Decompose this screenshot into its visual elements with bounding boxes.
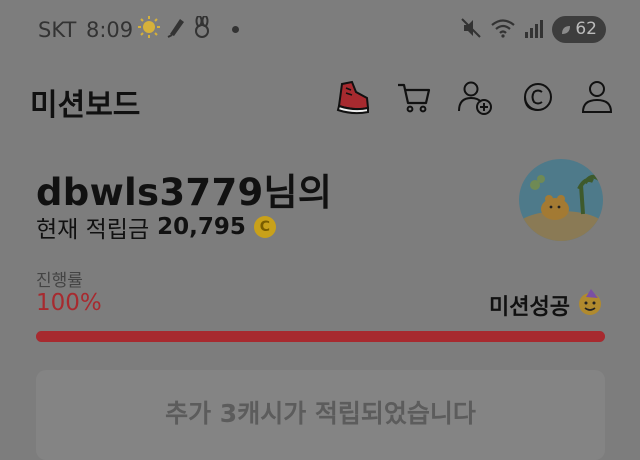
dot-icon (232, 26, 239, 33)
coin-icon[interactable] (517, 78, 555, 116)
cash-coin-icon: C (253, 216, 276, 238)
mute-icon (460, 17, 482, 43)
current-cash: 현재 적립금 20,795 C (36, 210, 276, 244)
progress-bar-fill (36, 331, 605, 342)
reward-notice: 추가 3캐시가 적립되었습니다 (36, 370, 605, 460)
notification-icons (138, 15, 212, 42)
user-greeting: dbwls3779님의 (36, 171, 333, 214)
sneaker-icon[interactable] (334, 78, 372, 116)
battery-level: 62 (575, 19, 597, 39)
page-title: 미션보드 (30, 88, 141, 123)
profile-icon[interactable] (578, 78, 616, 116)
party-face-icon (576, 288, 604, 322)
cash-amount: 20,795 (157, 214, 246, 240)
sun-icon (138, 16, 160, 42)
mission-status: 미션성공 (489, 288, 604, 322)
rabbit-icon (192, 15, 212, 42)
wifi-icon (490, 17, 516, 43)
clock: 8:09 (86, 18, 134, 42)
add-user-icon[interactable] (456, 78, 494, 116)
status-bar: SKT 8:09 62 (0, 0, 640, 60)
avatar[interactable] (519, 159, 603, 241)
pen-icon (166, 16, 186, 42)
progress-value: 100% (36, 290, 102, 316)
cart-icon[interactable] (395, 78, 433, 116)
battery-icon: 62 (552, 16, 606, 43)
header-actions (334, 78, 616, 116)
progress-label: 진행률 (36, 271, 83, 291)
cash-label: 현재 적립금 (36, 217, 150, 243)
mission-status-label: 미션성공 (489, 295, 570, 320)
carrier-label: SKT (38, 18, 77, 42)
progress-bar (36, 331, 605, 342)
reward-notice-text: 추가 3캐시가 적립되었습니다 (165, 399, 476, 428)
system-icons: 62 (460, 16, 606, 43)
signal-icon (524, 17, 544, 43)
